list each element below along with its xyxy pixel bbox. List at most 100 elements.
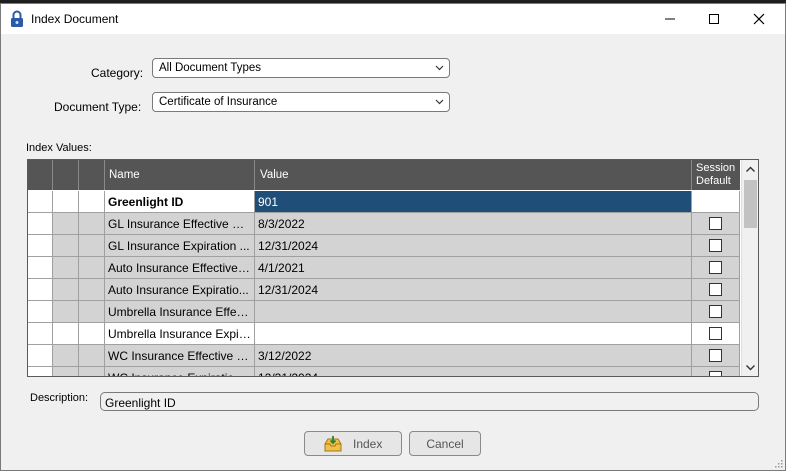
row-cell-blank xyxy=(53,301,79,323)
table-row[interactable]: GL Insurance Expiration ... 12/31/2024 xyxy=(28,235,740,257)
close-icon xyxy=(753,13,765,25)
row-indicator[interactable] xyxy=(28,257,53,279)
row-cell-blank xyxy=(79,191,105,213)
session-default-checkbox[interactable] xyxy=(709,371,722,376)
vertical-scrollbar[interactable] xyxy=(741,160,758,376)
row-value-cell[interactable]: 12/31/2024 xyxy=(255,279,692,301)
row-value-cell[interactable]: 8/3/2022 xyxy=(255,213,692,235)
row-cell-blank xyxy=(53,213,79,235)
maximize-button[interactable] xyxy=(691,4,737,34)
description-field[interactable]: Greenlight ID xyxy=(100,392,759,411)
session-default-checkbox[interactable] xyxy=(709,217,722,230)
category-dropdown[interactable]: All Document Types xyxy=(152,58,450,78)
index-button[interactable]: Index xyxy=(304,431,402,456)
row-cell-blank xyxy=(79,323,105,345)
column-header-session-label: Session xyxy=(696,162,736,174)
row-indicator[interactable] xyxy=(28,279,53,301)
session-default-checkbox[interactable] xyxy=(709,349,722,362)
table-row[interactable]: Umbrella Insurance Expir... xyxy=(28,323,740,345)
padlock-icon xyxy=(11,10,23,27)
row-value-cell[interactable]: 901 xyxy=(255,191,692,213)
row-cell-blank xyxy=(79,367,105,376)
row-value-cell[interactable]: 4/1/2021 xyxy=(255,257,692,279)
minimize-button[interactable] xyxy=(647,4,693,34)
resize-grip-icon[interactable] xyxy=(773,458,783,468)
column-header-name-label: Name xyxy=(109,169,140,181)
row-name-cell: Auto Insurance Expiratio... xyxy=(105,279,255,301)
description-value: Greenlight ID xyxy=(105,396,176,410)
row-cell-blank xyxy=(53,279,79,301)
row-session-default-cell xyxy=(692,323,740,345)
close-button[interactable] xyxy=(736,4,782,34)
row-cell-blank xyxy=(79,345,105,367)
row-name-cell: Umbrella Insurance Expir... xyxy=(105,323,255,345)
column-header-default-label: Default xyxy=(696,175,731,187)
row-name-cell: GL Insurance Expiration ... xyxy=(105,235,255,257)
row-indicator[interactable] xyxy=(28,301,53,323)
column-header-value-label: Value xyxy=(260,169,289,181)
row-name-cell: Umbrella Insurance Effec... xyxy=(105,301,255,323)
table-row[interactable]: Greenlight ID 901 xyxy=(28,191,740,213)
index-values-grid: Name Value Session Default Greenlight ID… xyxy=(27,159,759,377)
row-cell-blank xyxy=(53,345,79,367)
row-indicator[interactable] xyxy=(28,213,53,235)
index-document-dialog: Index Document Category: All Document Ty… xyxy=(0,3,786,471)
row-cell-blank xyxy=(53,235,79,257)
row-value-cell[interactable]: 3/12/2022 xyxy=(255,345,692,367)
window-title: Index Document xyxy=(31,12,119,26)
cancel-button[interactable]: Cancel xyxy=(409,431,481,456)
table-row[interactable]: Umbrella Insurance Effec... xyxy=(28,301,740,323)
cancel-button-label: Cancel xyxy=(426,436,464,451)
table-row[interactable]: Auto Insurance Expiratio... 12/31/2024 xyxy=(28,279,740,301)
row-value-cell[interactable] xyxy=(255,301,692,323)
row-name-cell: GL Insurance Effective Da... xyxy=(105,213,255,235)
row-value-cell[interactable]: 12/31/2024 xyxy=(255,235,692,257)
table-row[interactable]: WC Insurance Expiration ...12/31/2024 xyxy=(28,367,740,376)
row-indicator[interactable] xyxy=(28,367,53,376)
scrollbar-thumb[interactable] xyxy=(744,180,757,228)
row-cell-blank xyxy=(79,257,105,279)
column-header-blank-2 xyxy=(79,160,105,190)
row-name-cell: WC Insurance Expiration ... xyxy=(105,367,255,376)
table-row[interactable]: Auto Insurance Effective ... 4/1/2021 xyxy=(28,257,740,279)
session-default-checkbox[interactable] xyxy=(709,239,722,252)
session-default-checkbox[interactable] xyxy=(709,327,722,340)
index-button-label: Index xyxy=(353,437,383,451)
inbox-tray-icon xyxy=(324,436,342,452)
scroll-down-icon[interactable] xyxy=(745,362,756,373)
row-session-default-cell xyxy=(692,235,740,257)
row-indicator[interactable] xyxy=(28,235,53,257)
category-label: Category: xyxy=(91,66,144,80)
row-value-cell[interactable]: 12/31/2024 xyxy=(255,367,692,376)
row-session-default-cell xyxy=(692,367,740,376)
session-default-checkbox[interactable] xyxy=(709,261,722,274)
row-cell-blank xyxy=(79,279,105,301)
chevron-down-icon xyxy=(435,99,444,105)
scroll-up-icon[interactable] xyxy=(745,164,756,175)
row-cell-blank xyxy=(53,191,79,213)
row-cell-blank xyxy=(53,323,79,345)
table-row[interactable]: GL Insurance Effective Da... 8/3/2022 xyxy=(28,213,740,235)
row-indicator[interactable] xyxy=(28,323,53,345)
title-bar: Index Document xyxy=(1,4,785,34)
session-default-checkbox[interactable] xyxy=(709,283,722,296)
column-header-value[interactable]: Value xyxy=(255,160,692,190)
document-type-label: Document Type: xyxy=(54,100,142,114)
document-type-value: Certificate of Insurance xyxy=(159,96,278,108)
row-value-cell[interactable] xyxy=(255,323,692,345)
chevron-down-icon xyxy=(435,65,444,71)
column-header-session-default[interactable]: Session Default xyxy=(692,160,740,190)
row-header-corner xyxy=(28,160,53,190)
row-session-default-cell xyxy=(692,257,740,279)
row-session-default-cell xyxy=(692,345,740,367)
table-row[interactable]: WC Insurance Effective D... 3/12/2022 xyxy=(28,345,740,367)
row-indicator[interactable] xyxy=(28,191,53,213)
row-session-default-cell xyxy=(692,301,740,323)
document-type-dropdown[interactable]: Certificate of Insurance xyxy=(152,92,450,112)
row-cell-blank xyxy=(53,367,79,376)
column-header-blank-1 xyxy=(53,160,79,190)
row-indicator[interactable] xyxy=(28,345,53,367)
category-value: All Document Types xyxy=(159,62,262,74)
column-header-name[interactable]: Name xyxy=(105,160,255,190)
session-default-checkbox[interactable] xyxy=(709,305,722,318)
